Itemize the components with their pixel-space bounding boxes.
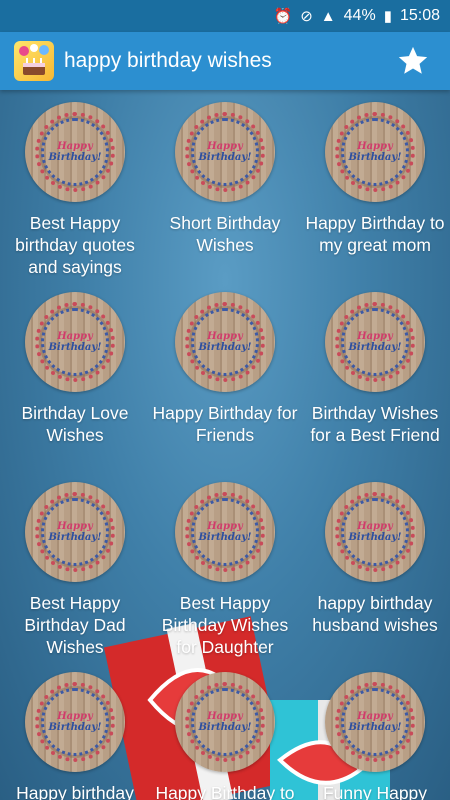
star-icon <box>398 46 428 74</box>
category-item[interactable]: Happy Birthday! Birthday Wishes for a Bes… <box>300 292 450 446</box>
category-label: Happy birthday <box>16 783 134 800</box>
category-label: Birthday Love Wishes <box>21 403 129 445</box>
favorite-button[interactable] <box>394 42 432 80</box>
category-label: Happy Birthday to <box>155 783 295 800</box>
category-label: Best Happy Birthday Dad Wishes <box>24 593 126 657</box>
category-item[interactable]: Happy Birthday! Happy Birthday for Friend… <box>150 292 300 446</box>
category-item[interactable]: Happy Birthday! Birthday Love Wishes <box>0 292 150 446</box>
category-item[interactable]: Happy Birthday! Best Happy birthday quote… <box>0 102 150 278</box>
birthday-badge-icon: Happy Birthday! <box>325 672 425 772</box>
category-item[interactable]: Happy Birthday! Funny Happy <box>300 672 450 800</box>
app-bar: happy birthday wishes <box>0 32 450 90</box>
category-label: Happy Birthday to my great mom <box>305 213 445 255</box>
birthday-badge-icon: Happy Birthday! <box>25 102 125 202</box>
app-title: happy birthday wishes <box>64 49 272 72</box>
birthday-badge-icon: Happy Birthday! <box>25 672 125 772</box>
birthday-badge-icon: Happy Birthday! <box>25 482 125 582</box>
category-label: Funny Happy <box>322 783 428 800</box>
category-label: Happy Birthday for Friends <box>152 403 298 445</box>
category-item[interactable]: Happy Birthday! Best Happy Birthday Dad W… <box>0 482 150 658</box>
category-label: Best Happy Birthday Wishes for Daughter <box>161 593 289 657</box>
birthday-cake-icon <box>14 41 54 81</box>
birthday-badge-icon: Happy Birthday! <box>175 102 275 202</box>
birthday-badge-icon: Happy Birthday! <box>325 292 425 392</box>
birthday-badge-icon: Happy Birthday! <box>325 482 425 582</box>
category-item[interactable]: Happy Birthday! Short Birthday Wishes <box>150 102 300 256</box>
category-item[interactable]: Happy Birthday! Happy birthday <box>0 672 150 800</box>
birthday-badge-icon: Happy Birthday! <box>175 482 275 582</box>
birthday-badge-icon: Happy Birthday! <box>25 292 125 392</box>
category-label: Birthday Wishes for a Best Friend <box>310 403 440 445</box>
category-label: Best Happy birthday quotes and sayings <box>15 213 135 277</box>
birthday-badge-icon: Happy Birthday! <box>175 292 275 392</box>
category-item[interactable]: Happy Birthday! happy birthday husband wi… <box>300 482 450 636</box>
category-item[interactable]: Happy Birthday! Happy Birthday to my grea… <box>300 102 450 256</box>
category-item[interactable]: Happy Birthday! Happy Birthday to <box>150 672 300 800</box>
category-label: happy birthday husband wishes <box>312 593 438 635</box>
category-item[interactable]: Happy Birthday! Best Happy Birthday Wishe… <box>150 482 300 658</box>
category-label: Short Birthday Wishes <box>169 213 281 255</box>
birthday-badge-icon: Happy Birthday! <box>175 672 275 772</box>
birthday-badge-icon: Happy Birthday! <box>325 102 425 202</box>
